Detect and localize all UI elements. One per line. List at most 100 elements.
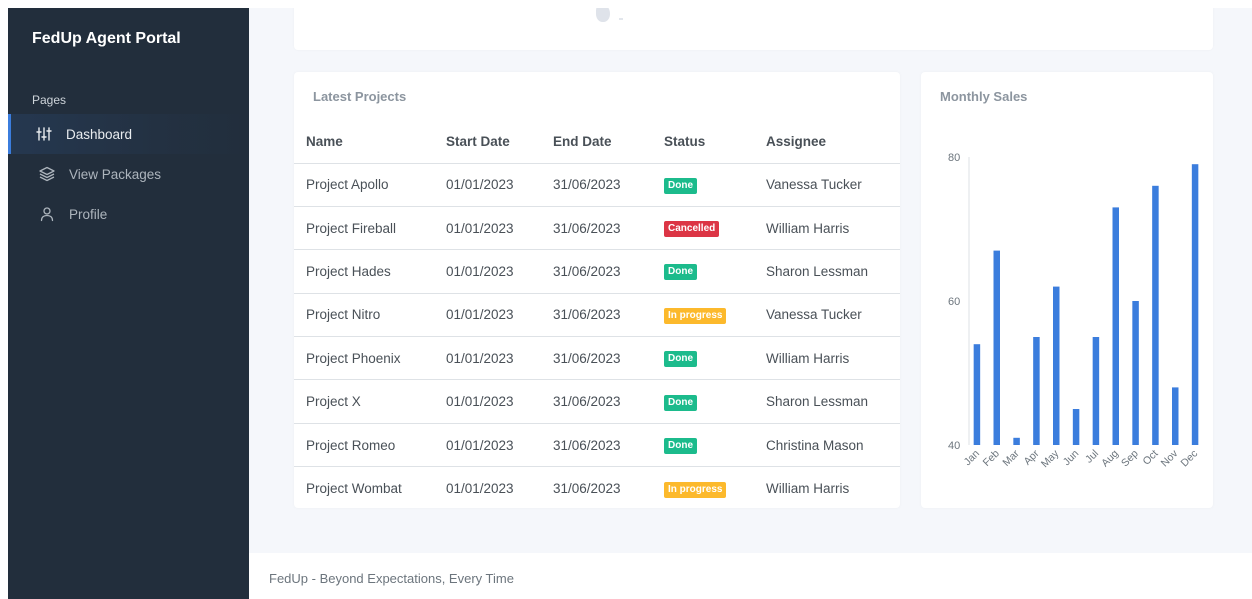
cell-start-date: 01/01/2023 bbox=[434, 423, 541, 468]
table-row: Project Apollo 01/01/2023 31/06/2023 Done Va… bbox=[294, 163, 900, 207]
cell-name: Project Phoenix bbox=[294, 336, 434, 381]
map-card bbox=[294, 8, 1213, 50]
x-tick-label: Sep bbox=[1119, 448, 1141, 470]
cell-start-date: 01/01/2023 bbox=[434, 336, 541, 381]
status-badge: Done bbox=[664, 351, 697, 368]
table-header-row: Name Start Date End Date Status Assignee bbox=[294, 121, 900, 164]
x-tick-label: Mar bbox=[1000, 447, 1022, 469]
cell-start-date: 01/01/2023 bbox=[434, 206, 541, 251]
cell-start-date: 01/01/2023 bbox=[434, 379, 541, 424]
bar-mar[interactable] bbox=[1013, 437, 1020, 445]
brand-title[interactable]: FedUp Agent Portal bbox=[32, 30, 181, 48]
cell-name: Project Hades bbox=[294, 249, 434, 294]
bar-nov[interactable] bbox=[1172, 387, 1179, 445]
bar-may[interactable] bbox=[1053, 286, 1060, 445]
bar-sep[interactable] bbox=[1132, 301, 1139, 445]
sidebar-item-profile[interactable]: Profile bbox=[8, 194, 249, 234]
x-tick-label: Dec bbox=[1179, 448, 1201, 470]
table-row: Project X 01/01/2023 31/06/2023 Done Sharon … bbox=[294, 379, 900, 424]
bar-jan[interactable] bbox=[973, 344, 981, 445]
table-row: Project Wombat 01/01/2023 31/06/2023 In pro… bbox=[294, 467, 900, 510]
status-badge: Done bbox=[664, 264, 697, 281]
cell-end-date: 31/06/2023 bbox=[541, 163, 652, 207]
cell-assignee: Sharon Lessman bbox=[754, 379, 900, 424]
column-header-name: Name bbox=[294, 121, 434, 164]
cell-end-date: 31/06/2023 bbox=[541, 293, 652, 338]
cell-assignee: William Harris bbox=[754, 206, 900, 251]
y-tick-label: 60 bbox=[948, 296, 960, 308]
x-tick-label: Feb bbox=[981, 448, 1002, 469]
latest-projects-card: Latest Projects Name Start Date End Date… bbox=[294, 72, 900, 508]
cell-status: Done bbox=[652, 163, 754, 207]
bar-apr[interactable] bbox=[1033, 337, 1040, 445]
footer-text: FedUp - Beyond Expectations, Every Time bbox=[269, 571, 514, 586]
x-tick-label: Oct bbox=[1140, 448, 1160, 468]
cell-assignee: Sharon Lessman bbox=[754, 249, 900, 294]
x-tick-label: Jul bbox=[1083, 448, 1101, 466]
cell-status: Done bbox=[652, 379, 754, 424]
table-row: Project Romeo 01/01/2023 31/06/2023 Done Chr… bbox=[294, 423, 900, 468]
cell-end-date: 31/06/2023 bbox=[541, 206, 652, 251]
cell-end-date: 31/06/2023 bbox=[541, 249, 652, 294]
x-tick-label: May bbox=[1039, 447, 1062, 470]
sidebar-section-header: Pages bbox=[32, 93, 67, 107]
cell-end-date: 31/06/2023 bbox=[541, 379, 652, 424]
table-row: Project Nitro 01/01/2023 31/06/2023 In prog… bbox=[294, 293, 900, 338]
cell-name: Project X bbox=[294, 379, 434, 424]
x-tick-label: Nov bbox=[1159, 447, 1181, 469]
x-tick-label: Jun bbox=[1061, 448, 1082, 469]
projects-table: Name Start Date End Date Status Assignee… bbox=[294, 121, 900, 510]
cell-assignee: Vanessa Tucker bbox=[754, 163, 900, 207]
cell-name: Project Fireball bbox=[294, 206, 434, 251]
cell-start-date: 01/01/2023 bbox=[446, 481, 514, 497]
status-badge: In progress bbox=[664, 307, 727, 324]
status-badge: Done bbox=[664, 177, 697, 194]
bar-oct[interactable] bbox=[1152, 185, 1159, 446]
cell-status: In progress bbox=[652, 293, 754, 338]
bar-aug[interactable] bbox=[1112, 207, 1120, 445]
bar-jun[interactable] bbox=[1072, 409, 1080, 445]
status-badge: Cancelled bbox=[664, 221, 720, 238]
y-tick-label: 40 bbox=[948, 440, 960, 452]
layers-icon bbox=[39, 166, 55, 182]
cell-end-date: 31/06/2023 bbox=[541, 423, 652, 468]
x-tick-label: Jan bbox=[962, 448, 983, 469]
sidebar-item-view-packages[interactable]: View Packages bbox=[8, 154, 249, 194]
cell-assignee: Christina Mason bbox=[754, 423, 900, 468]
cell-assignee: William Harris bbox=[766, 481, 850, 497]
cell-end-date: 31/06/2023 bbox=[553, 481, 621, 497]
cell-start-date: 01/01/2023 bbox=[434, 249, 541, 294]
map-shape bbox=[619, 18, 623, 20]
main-content: Latest Projects Name Start Date End Date… bbox=[249, 8, 1252, 599]
cell-name: Project Wombat bbox=[306, 481, 402, 497]
cell-assignee: William Harris bbox=[754, 336, 900, 381]
sidebar-item-label: Dashboard bbox=[66, 126, 133, 142]
table-row: Project Fireball 01/01/2023 31/06/2023 Canc… bbox=[294, 206, 900, 251]
cell-end-date: 31/06/2023 bbox=[541, 336, 652, 381]
monthly-sales-chart: 40 60 80 JanFebMar AprMay Jun JulAugSep OctNovD… bbox=[948, 152, 1201, 470]
sidebar-item-label: Profile bbox=[69, 206, 108, 222]
cell-status: Done bbox=[652, 336, 754, 381]
user-icon bbox=[39, 206, 55, 222]
status-badge: Done bbox=[664, 394, 697, 411]
table-row: Project Phoenix 01/01/2023 31/06/2023 Done W… bbox=[294, 336, 900, 381]
cell-start-date: 01/01/2023 bbox=[434, 293, 541, 338]
card-title: Latest Projects bbox=[313, 89, 407, 104]
cell-status: In progress bbox=[652, 467, 754, 510]
column-header-start-date: Start Date bbox=[434, 121, 541, 164]
sidebar-item-dashboard[interactable]: Dashboard bbox=[8, 114, 249, 154]
cell-status: Done bbox=[652, 423, 754, 468]
x-tick-label: Aug bbox=[1099, 448, 1121, 470]
column-header-end-date: End Date bbox=[541, 121, 652, 164]
footer: FedUp - Beyond Expectations, Every Time bbox=[249, 553, 1252, 599]
column-header-status: Status bbox=[652, 121, 754, 164]
status-badge: Done bbox=[664, 438, 697, 455]
sidebar-item-label: View Packages bbox=[69, 166, 162, 182]
cell-name: Project Apollo bbox=[294, 163, 434, 207]
cell-status: Cancelled bbox=[652, 206, 754, 251]
map-shape bbox=[596, 8, 610, 22]
cell-assignee: Vanessa Tucker bbox=[754, 293, 900, 338]
bar-feb[interactable] bbox=[993, 250, 1001, 445]
bar-jul[interactable] bbox=[1092, 337, 1100, 445]
bar-dec[interactable] bbox=[1191, 164, 1199, 445]
